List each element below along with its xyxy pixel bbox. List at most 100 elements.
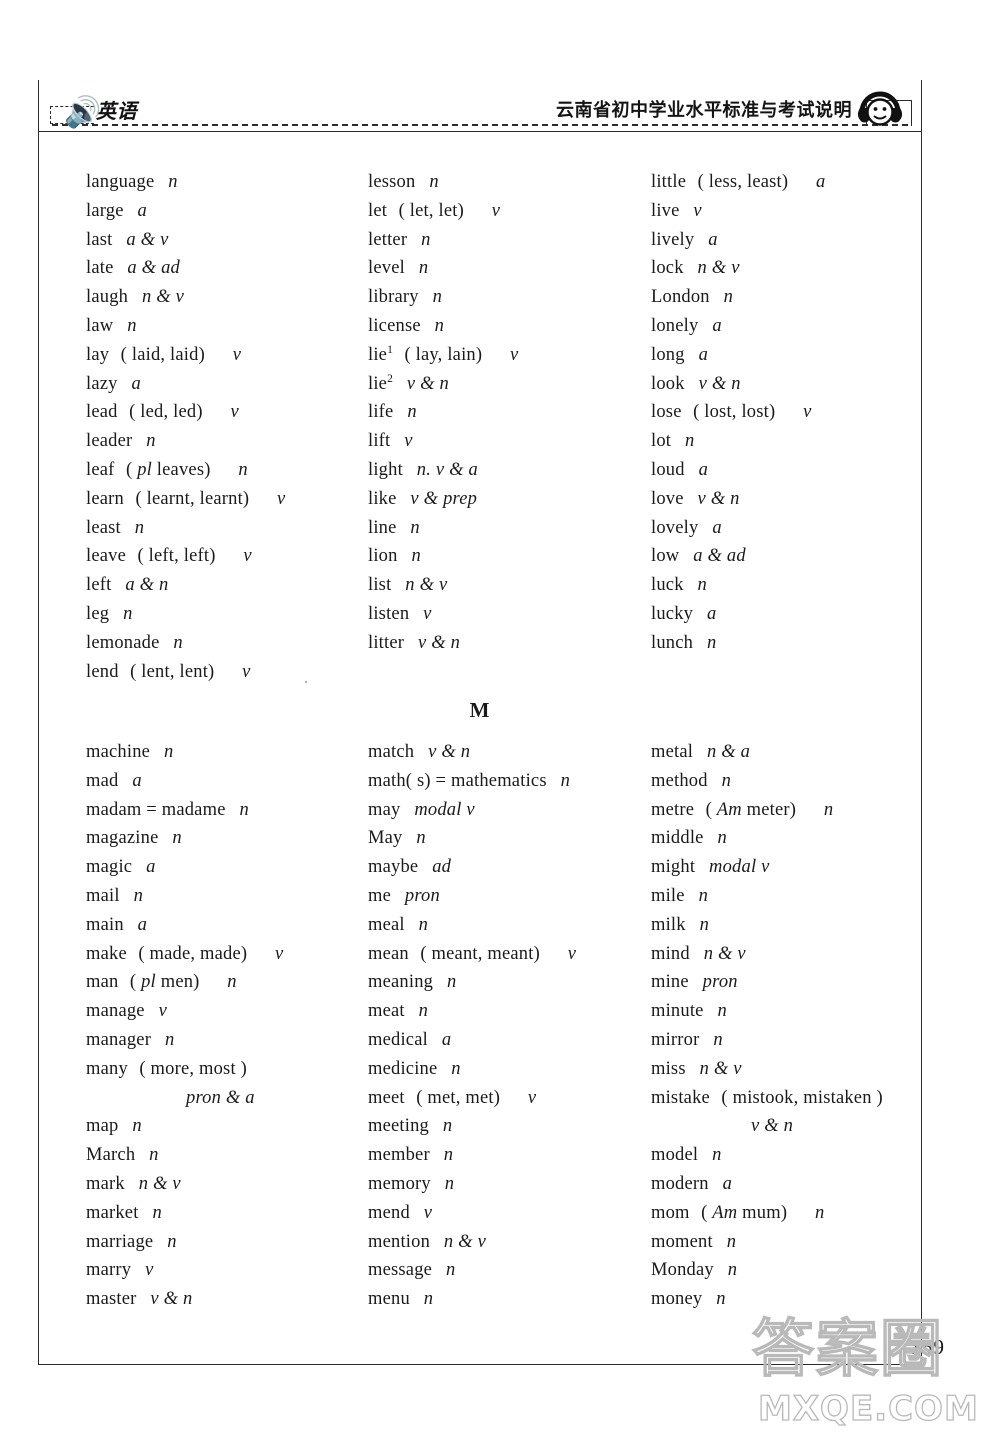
wordlist-entry: minute n: [651, 997, 941, 1026]
header-subject-label: 英语: [96, 99, 137, 123]
wordlist-entry: mail n: [86, 882, 366, 911]
entry-word: memory: [368, 1173, 431, 1194]
wordlist-entry: lift v: [368, 427, 648, 456]
entry-forms: ( meant, meant): [420, 943, 540, 964]
entry-pos: v & n: [428, 742, 471, 762]
entry-pos: pron & a: [186, 1087, 255, 1108]
entry-word: luck: [651, 575, 684, 596]
entry-word: milk: [651, 914, 686, 935]
entry-word: mend: [368, 1202, 410, 1223]
wordlist-entry: mirror n: [651, 1026, 941, 1055]
wordlist-entry: may modal v: [368, 796, 648, 825]
entry-pos: n: [446, 972, 457, 993]
entry-pos: v: [567, 943, 577, 964]
wordlist-column-3: little( less, least) a live v lively a lock n &…: [651, 168, 941, 658]
wordlist-column-1: language n large a last a & v late a & ad laugh n…: [86, 168, 366, 686]
entry-pos: n: [163, 742, 174, 762]
wordlist-entry: laugh n & v: [86, 283, 366, 312]
wordlist-entry: medical a: [368, 1026, 648, 1055]
entry-pos: a: [137, 914, 148, 935]
wordlist-entry: law n: [86, 312, 366, 341]
wordlist-entry: mine pron: [651, 968, 941, 997]
entry-word: market: [86, 1202, 139, 1223]
entry-pos: a: [131, 373, 141, 394]
entry-pos: a: [132, 770, 142, 791]
wordlist-entry: method n: [651, 767, 941, 796]
wordlist-entry: me pron: [368, 882, 648, 911]
entry-word: magazine: [86, 828, 159, 849]
entry-pos: n: [445, 1260, 456, 1281]
entry-word: March: [86, 1145, 136, 1166]
wordlist-entry: metal n & a: [651, 738, 941, 767]
entry-form-italic: Am: [716, 799, 742, 820]
wordlist-column-2: lesson n let( let, let) v letter n level n libra…: [368, 168, 648, 658]
wordlist-entry: leg n: [86, 600, 366, 629]
wordlist-entry: memory n: [368, 1170, 648, 1199]
entry-pos: ad: [432, 857, 452, 878]
entry-word: miss: [651, 1058, 686, 1079]
entry-word: main: [86, 914, 124, 935]
wordlist-entry: lock n & v: [651, 254, 941, 283]
entry-word: lie: [368, 344, 388, 365]
entry-word: meaning: [368, 972, 434, 993]
entry-pos: v: [404, 431, 413, 452]
entry-word: machine: [86, 742, 151, 762]
entry-pos: a & v: [126, 229, 169, 250]
wordlist-entry: Monday n: [651, 1256, 941, 1285]
entry-pos: v: [423, 603, 432, 624]
entry-word: listen: [368, 603, 410, 624]
entry-pos: n: [699, 914, 710, 935]
entry-word: mad: [86, 770, 119, 791]
wordlist-entry: light n. v & a: [368, 456, 648, 485]
entry-word: medicine: [368, 1058, 438, 1079]
entry-word: moment: [651, 1231, 713, 1252]
entry-pos: n: [434, 315, 445, 336]
wordlist-entry: lend ( lent, lent) v: [86, 658, 366, 687]
entry-word: lucky: [651, 603, 694, 624]
entry-homograph-superscript: 2: [387, 372, 394, 385]
entry-homograph-superscript: 1: [387, 343, 394, 356]
wordlist-entry: love v & n: [651, 485, 941, 514]
wordlist-entry: machine n: [86, 738, 366, 767]
entry-pos: n: [127, 315, 137, 336]
entry-pos: v: [242, 661, 251, 682]
entry-word: line: [368, 517, 397, 538]
entry-pos: n: [713, 1029, 723, 1050]
wordlist-entry: leader n: [86, 427, 366, 456]
entry-word: method: [651, 770, 708, 791]
entry-word: match: [368, 742, 415, 762]
entry-word: modern: [651, 1173, 709, 1194]
entry-pos: n: [443, 1145, 454, 1166]
entry-forms: ( learnt, learnt): [135, 488, 250, 509]
entry-word: minute: [651, 1001, 704, 1022]
wordlist-entry: menu n: [368, 1285, 648, 1314]
entry-pos: v: [803, 402, 812, 423]
wordlist-entry: lead ( led, led) v: [86, 398, 366, 427]
entry-word: lift: [368, 431, 391, 452]
entry-word: little: [651, 172, 687, 192]
wordlist-entry: mind n & v: [651, 940, 941, 969]
entry-pos: a: [712, 517, 722, 538]
entry-pos: n: [172, 828, 182, 849]
wordlist-entry: match v & n: [368, 738, 648, 767]
print-speck: [305, 681, 307, 683]
entry-pos: v & n: [406, 373, 450, 394]
entry-word: mention: [368, 1231, 431, 1252]
entry-word: late: [86, 258, 114, 279]
wordlist-entry: message n: [368, 1256, 648, 1285]
wordlist-entry: make ( made, made) v: [86, 940, 366, 969]
entry-pos: n: [721, 770, 732, 791]
wordlist-entry: master v & n: [86, 1285, 366, 1314]
wordlist-entry: left a & n: [86, 571, 366, 600]
entry-word: license: [368, 315, 421, 336]
entry-word: meet: [368, 1087, 405, 1108]
entry-word: mind: [651, 943, 690, 964]
wordlist-entry: lion n: [368, 542, 648, 571]
entry-word: model: [651, 1145, 699, 1166]
wordlist-entry: metre ( Am meter) n: [651, 796, 941, 825]
wordlist-entry: license n: [368, 312, 648, 341]
entry-word: left: [86, 575, 112, 596]
entry-pos: v: [230, 402, 239, 423]
wordlist-entry: meet ( met, met) v: [368, 1084, 648, 1113]
entry-word: metre: [651, 799, 695, 820]
